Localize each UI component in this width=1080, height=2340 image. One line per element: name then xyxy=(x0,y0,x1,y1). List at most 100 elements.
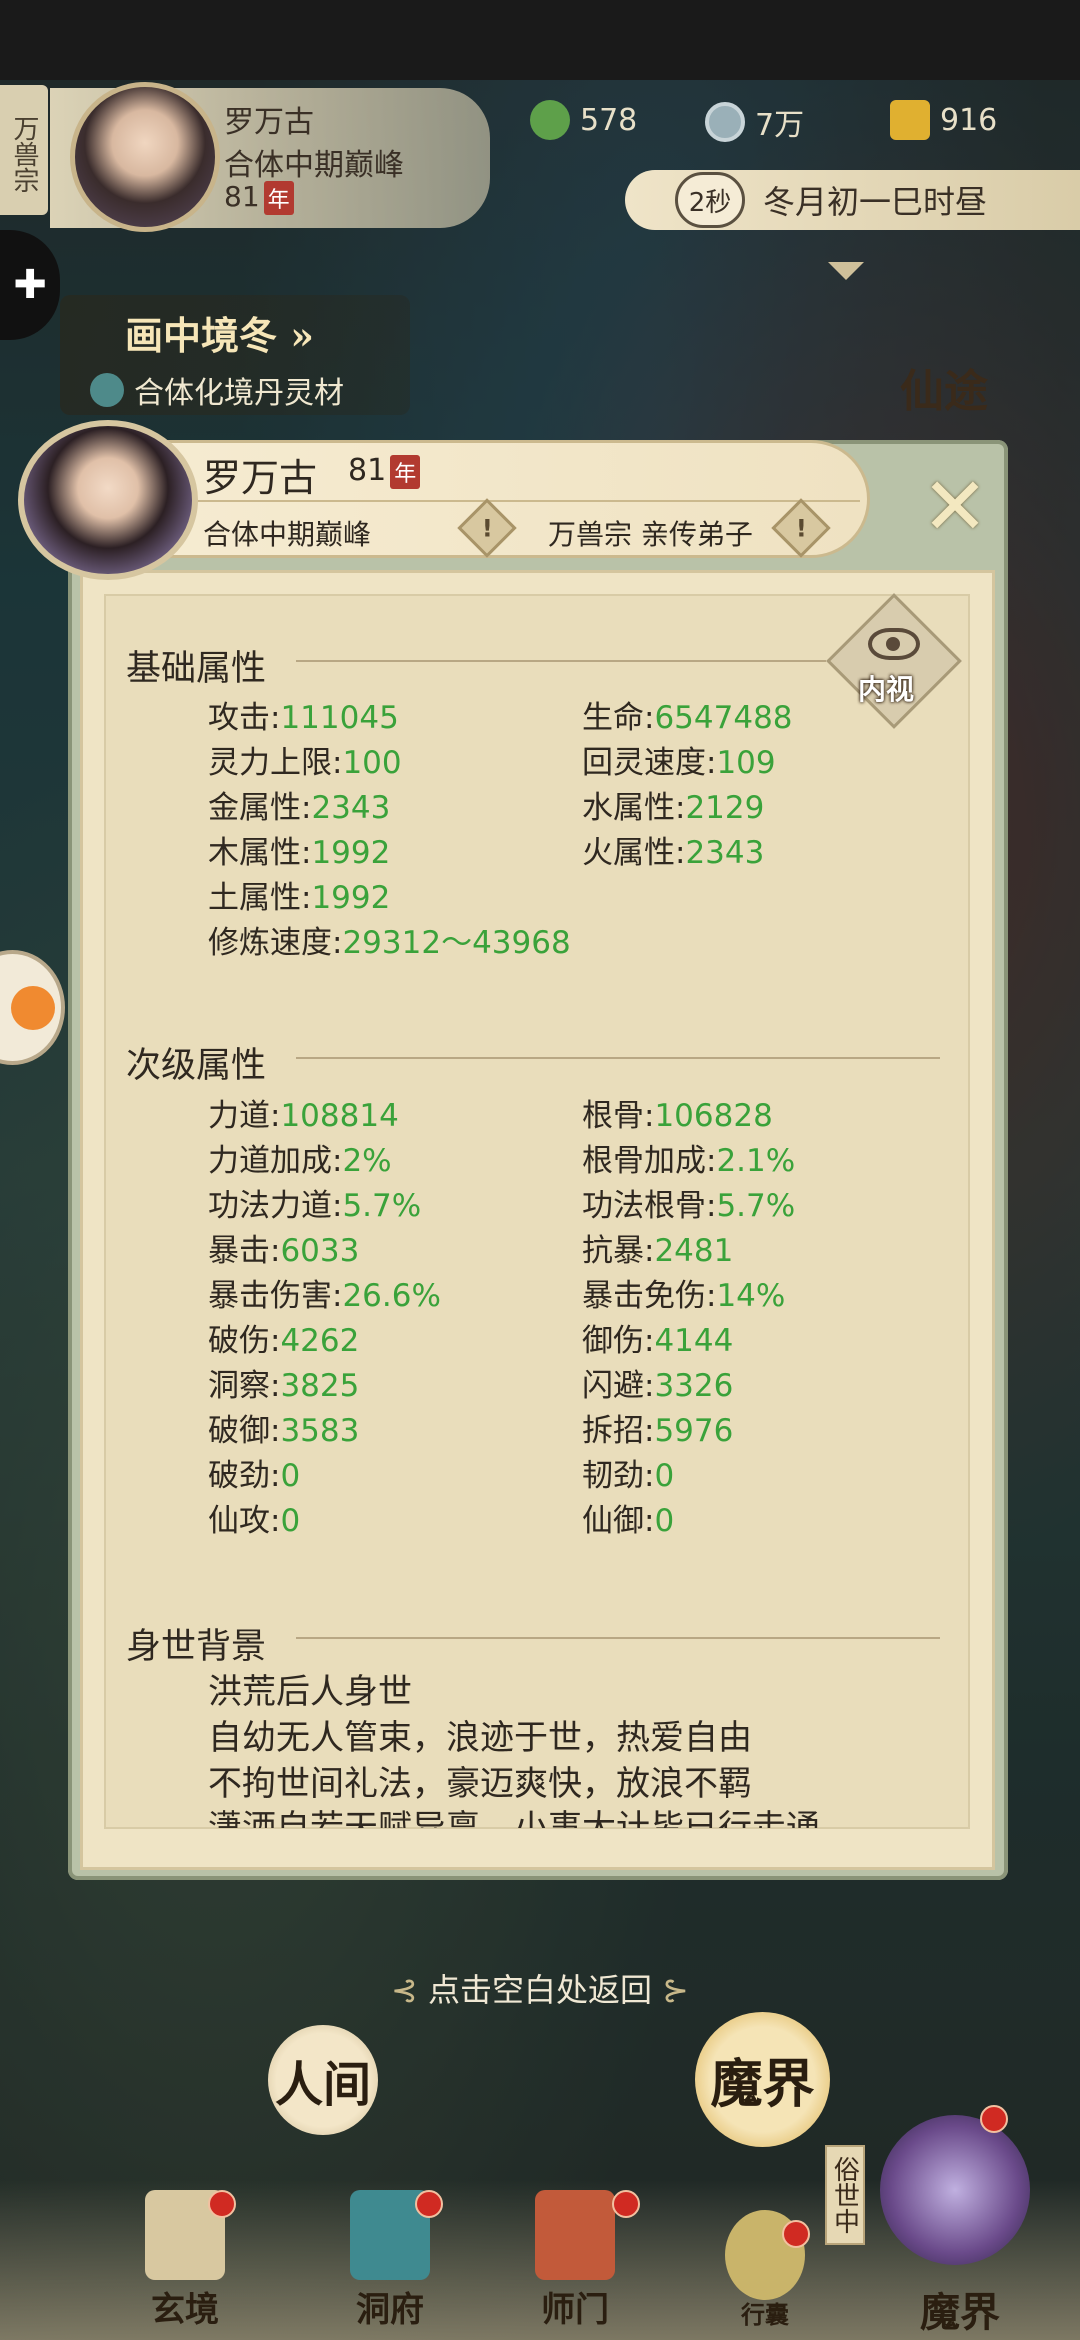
time-bar-toggle-arrow-icon[interactable] xyxy=(828,262,864,280)
player-age: 81 年 xyxy=(224,180,294,215)
timer-seconds: 2秒 xyxy=(675,172,745,228)
attr-spirit-regen: 回灵速度:109 xyxy=(582,745,776,781)
player-age-value: 81 xyxy=(224,180,260,213)
attr-pierce: 破伤:4262 xyxy=(208,1323,360,1359)
profile-modal-bottom-edge xyxy=(80,1830,995,1870)
attr-break-tenacity: 破劲:0 xyxy=(208,1458,301,1494)
attr-strength: 力道:108814 xyxy=(208,1098,399,1134)
nav-label: 玄境 xyxy=(151,2290,219,2330)
time-bar[interactable]: 2秒 冬月初一巳时昼 xyxy=(625,170,1080,230)
return-hint: ⊰ 点击空白处返回 ⊱ xyxy=(0,1965,1080,2011)
notification-dot xyxy=(782,2220,810,2248)
notification-dot xyxy=(415,2190,443,2218)
herb-icon xyxy=(90,373,124,407)
nav-label: 魔界 xyxy=(920,2289,1000,2336)
notification-dot xyxy=(208,2190,236,2218)
return-hint-text: 点击空白处返回 xyxy=(427,1971,652,2009)
attr-insight: 洞察:3825 xyxy=(208,1368,360,1404)
profile-name: 罗万古 xyxy=(203,456,318,500)
attr-skill-strength: 功法力道:5.7% xyxy=(208,1188,422,1224)
status-bar-area xyxy=(0,0,1080,80)
bio-line: 潇洒自若天赋异禀，小事大计皆已行走通 xyxy=(208,1808,820,1828)
demon-world-button[interactable]: 魔界 xyxy=(695,2012,830,2147)
scene-subtitle: 合体化境丹灵材 xyxy=(90,368,344,412)
gold-ingot-icon xyxy=(890,100,930,140)
attr-damage-defense: 御伤:4144 xyxy=(582,1323,734,1359)
scene-title-arrow-icon: » xyxy=(290,313,314,358)
resource-coin[interactable]: 7万 xyxy=(705,100,804,144)
attr-metal: 金属性:2343 xyxy=(208,790,391,826)
attr-fire: 火属性:2343 xyxy=(582,835,765,871)
basic-attributes-title: 基础属性 xyxy=(126,649,267,689)
bio-line: 自幼无人管束，浪迹于世，热爱自由 xyxy=(208,1718,752,1758)
jade-leaf-icon xyxy=(530,100,570,140)
eye-icon xyxy=(868,628,920,660)
attr-spirit-cap: 灵力上限:100 xyxy=(208,745,402,781)
human-world-button[interactable]: 人间 xyxy=(268,2025,378,2135)
scene-subtitle-text: 合体化境丹灵材 xyxy=(134,376,344,411)
nav-xingnang[interactable]: 行囊 xyxy=(700,2190,830,2340)
year-badge: 年 xyxy=(263,181,294,215)
attr-constitution-bonus: 根骨加成:2.1% xyxy=(582,1143,796,1179)
scene-title[interactable]: 画中境冬 » xyxy=(125,305,314,360)
nav-label: 洞府 xyxy=(356,2290,424,2330)
bio-line: 洪荒后人身世 xyxy=(208,1672,412,1712)
nav-mojie[interactable]: 魔界 xyxy=(870,2105,1050,2340)
attr-break-defense: 破御:3583 xyxy=(208,1413,360,1449)
notification-dot xyxy=(980,2105,1008,2133)
resource-jade[interactable]: 578 xyxy=(530,100,637,140)
inspect-label: 内视 xyxy=(858,673,915,706)
notification-dot xyxy=(612,2190,640,2218)
nav-shimen[interactable]: 师门 xyxy=(510,2190,640,2340)
sect-tag[interactable]: 万兽宗 xyxy=(0,85,48,215)
coin-icon xyxy=(705,102,745,142)
attr-tenacity: 韧劲:0 xyxy=(582,1458,675,1494)
divider xyxy=(296,660,826,662)
attr-hp: 生命:6547488 xyxy=(582,700,793,736)
attr-earth: 土属性:1992 xyxy=(208,880,391,916)
profile-sect-role: 万兽宗 亲传弟子 xyxy=(548,518,753,551)
demon-avatar-icon xyxy=(880,2115,1030,2265)
bio-scroll-clip: 潇洒自若天赋异禀，小事大计皆已行走通 xyxy=(104,1780,970,1828)
attr-wood: 木属性:1992 xyxy=(208,835,391,871)
banner-icon xyxy=(535,2190,615,2280)
nav-label: 师门 xyxy=(541,2290,609,2330)
resource-jade-value: 578 xyxy=(580,102,638,138)
scene-title-text: 画中境冬 xyxy=(125,313,278,358)
profile-avatar xyxy=(18,420,198,580)
attr-counter: 拆招:5976 xyxy=(582,1413,734,1449)
attr-strength-bonus: 力道加成:2% xyxy=(208,1143,392,1179)
nav-label: 行囊 xyxy=(741,2300,789,2329)
resource-coin-value: 7万 xyxy=(755,108,805,143)
divider xyxy=(296,1057,940,1059)
profile-age: 81 年 xyxy=(348,453,421,489)
attr-crit: 暴击:6033 xyxy=(208,1233,360,1269)
calendar-text: 冬月初一巳时昼 xyxy=(763,183,988,221)
attr-crit-damage: 暴击伤害:26.6% xyxy=(208,1278,441,1314)
attr-constitution: 根骨:106828 xyxy=(582,1098,773,1134)
player-avatar[interactable] xyxy=(70,82,220,232)
mortal-world-tag: 俗世中 xyxy=(825,2145,865,2245)
player-realm: 合体中期巅峰 xyxy=(224,148,404,183)
attr-dodge: 闪避:3326 xyxy=(582,1368,734,1404)
profile-age-value: 81 xyxy=(348,453,387,488)
attr-attack: 攻击:111045 xyxy=(208,700,399,736)
xiantu-button[interactable]: 仙途 xyxy=(900,355,1020,435)
attr-immortal-defense: 仙御:0 xyxy=(582,1503,675,1539)
close-icon[interactable]: ✕ xyxy=(900,462,1010,552)
attr-skill-constitution: 功法根骨:5.7% xyxy=(582,1188,796,1224)
profile-realm: 合体中期巅峰 xyxy=(203,518,372,551)
gamepad-icon xyxy=(10,985,55,1030)
attr-immortal-attack: 仙攻:0 xyxy=(208,1503,301,1539)
divider xyxy=(296,1637,940,1639)
attr-cultivation-speed: 修炼速度:29312～43968 xyxy=(208,925,571,961)
resource-gold-value: 916 xyxy=(940,102,998,138)
nav-dongfu[interactable]: 洞府 xyxy=(325,2190,455,2340)
nav-xuanjing[interactable]: 玄境 xyxy=(120,2190,250,2340)
ornament-left: ⊰ xyxy=(391,1971,418,2009)
attr-crit-resist: 抗暴:2481 xyxy=(582,1233,734,1269)
background-title: 身世背景 xyxy=(126,1627,267,1667)
resource-gold[interactable]: 916 xyxy=(890,100,997,140)
ornament-right: ⊱ xyxy=(662,1971,689,2009)
attr-water: 水属性:2129 xyxy=(582,790,765,826)
